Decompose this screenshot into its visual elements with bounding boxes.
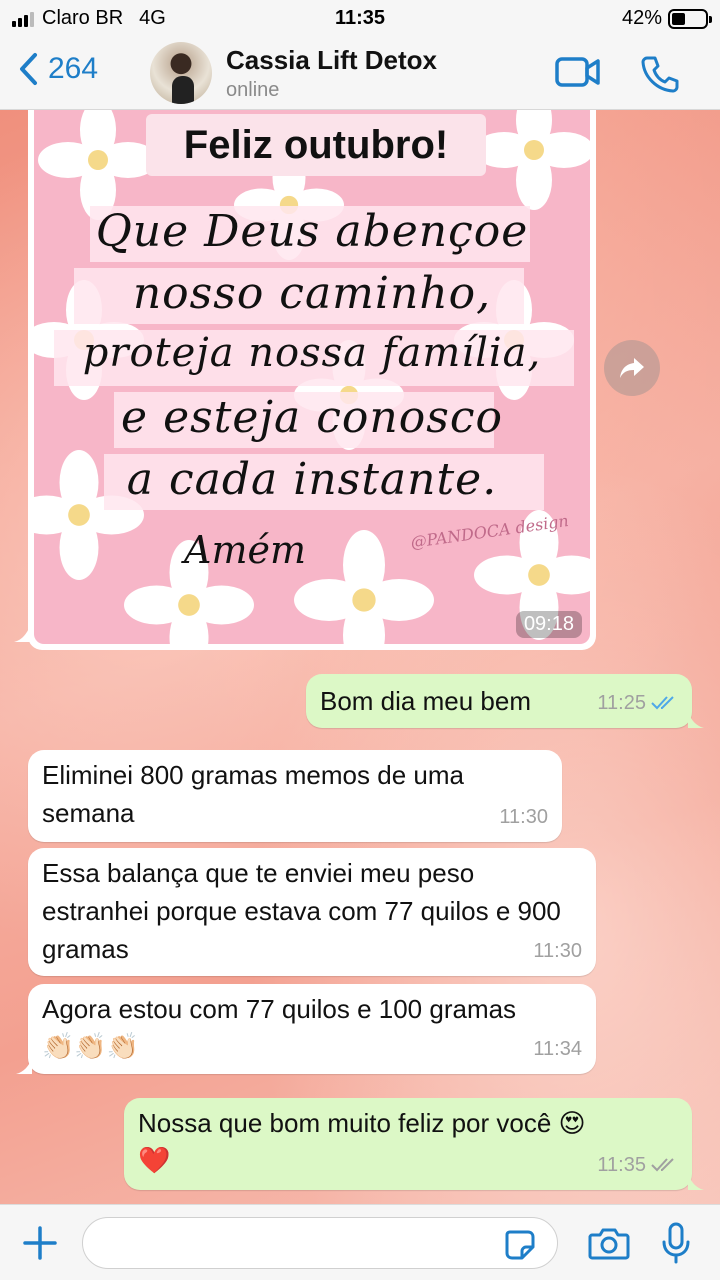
message-text: Essa balança que te enviei meu peso estr… [42, 858, 561, 964]
card-line-3: proteja nossa família, [82, 330, 542, 376]
status-bar: Claro BR 4G 11:35 42% [0, 0, 720, 36]
message-input[interactable] [82, 1217, 558, 1269]
card-line-2: nosso caminho, [132, 268, 492, 319]
chevron-left-icon [20, 53, 37, 85]
bubble-tail [16, 1058, 32, 1074]
camera-button[interactable] [588, 1225, 630, 1266]
message-bubble-outgoing[interactable]: Bom dia meu bem 11:25 [306, 674, 704, 728]
sticker-icon [505, 1230, 535, 1260]
voice-message-button[interactable] [660, 1221, 692, 1270]
microphone-icon [662, 1222, 690, 1264]
bubble-tail [688, 1174, 704, 1190]
clock: 11:35 [334, 7, 386, 29]
card-line-1: Que Deus abençoe [95, 206, 529, 257]
message-time: 11:34 [533, 1038, 582, 1060]
voice-call-button[interactable] [640, 54, 680, 99]
clapping-hands-emoji: 👏🏻👏🏻👏🏻 [42, 1032, 140, 1062]
bubble-tail [688, 712, 704, 728]
video-call-button[interactable] [554, 54, 602, 95]
battery-percent: 42% [621, 7, 662, 29]
message-time: 11:25 [597, 692, 646, 714]
heart-eyes-emoji: 😍 [558, 1109, 586, 1139]
chat-header: 264 Cassia Lift Detox online [0, 36, 720, 110]
message-time: 11:30 [533, 940, 582, 962]
message-bubble-incoming[interactable]: Essa balança que te enviei meu peso estr… [28, 848, 596, 976]
greeting-image[interactable]: Feliz outubro! Que Deus abençoe nosso ca… [34, 110, 590, 644]
avatar[interactable] [150, 42, 212, 104]
contact-status: online [226, 79, 280, 101]
battery-icon [668, 8, 712, 29]
contact-name[interactable]: Cassia Lift Detox [226, 45, 437, 76]
card-title: Feliz outubro! [146, 114, 486, 176]
camera-icon [588, 1228, 630, 1260]
message-text: Nossa que bom muito feliz por você [138, 1108, 552, 1138]
forward-arrow-icon [620, 358, 644, 378]
sticker-button[interactable] [504, 1229, 536, 1266]
message-time: 11:30 [499, 806, 548, 828]
card-closing: Amém [184, 528, 306, 572]
video-camera-icon [555, 57, 600, 87]
double-check-read-icon [651, 696, 674, 710]
message-bubble-outgoing[interactable]: Nossa que bom muito feliz por você 😍 ❤️ … [124, 1098, 704, 1190]
image-message[interactable]: Feliz outubro! Que Deus abençoe nosso ca… [14, 110, 596, 650]
bubble-tail [14, 626, 30, 642]
message-text: Bom dia meu bem [320, 686, 531, 716]
message-text-line: Nossa que bom muito feliz por você 😍 [138, 1104, 586, 1143]
plus-icon [23, 1226, 57, 1260]
card-line-5: a cada instante. [126, 454, 498, 505]
message-text: Agora estou com 77 quilos e 100 gramas [42, 994, 517, 1024]
message-text: Eliminei 800 gramas memos de uma semana [42, 760, 464, 828]
message-bubble-incoming[interactable]: Agora estou com 77 quilos e 100 gramas 👏… [16, 984, 596, 1074]
double-check-delivered-icon [651, 1158, 674, 1172]
back-count: 264 [48, 52, 99, 85]
forward-button[interactable] [604, 340, 660, 396]
back-button[interactable]: 264 [18, 52, 98, 86]
message-bubble-incoming[interactable]: Eliminei 800 gramas memos de uma semana … [28, 750, 562, 842]
composer-bar [0, 1204, 720, 1280]
message-time: 09:18 [515, 611, 582, 638]
red-heart-emoji: ❤️ [138, 1146, 171, 1176]
phone-icon [641, 56, 679, 93]
attach-button[interactable] [22, 1225, 58, 1266]
card-line-4: e esteja conosco [121, 392, 503, 443]
flower-decoration [38, 110, 158, 220]
flower-decoration [474, 110, 590, 210]
message-time: 11:35 [597, 1154, 646, 1176]
